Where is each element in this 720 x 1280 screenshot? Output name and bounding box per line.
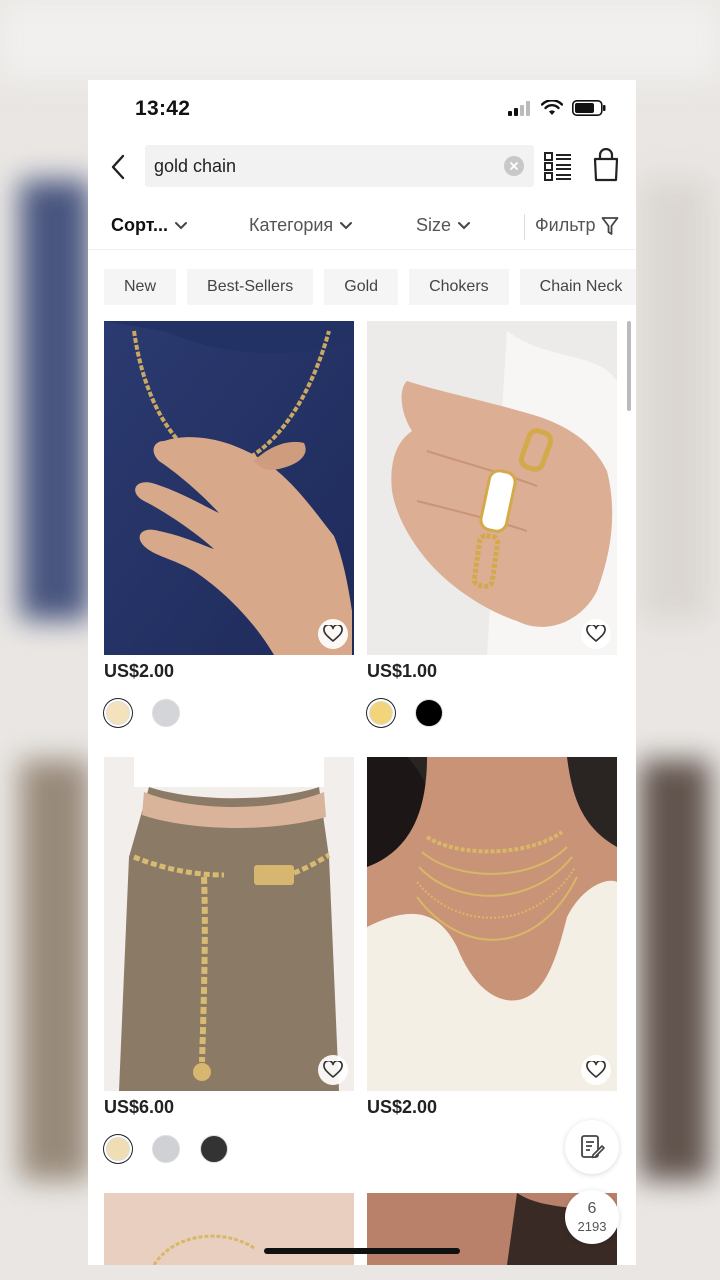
- heart-icon: [586, 1061, 606, 1078]
- color-swatch[interactable]: [152, 1135, 180, 1163]
- filter-icon: [602, 216, 619, 235]
- filter-divider: [524, 214, 525, 240]
- home-indicator[interactable]: [264, 1248, 460, 1254]
- category-label: Категория: [249, 215, 334, 235]
- signal-icon: [508, 100, 530, 116]
- category-dropdown[interactable]: Категория: [249, 215, 353, 236]
- product-image[interactable]: [104, 757, 354, 1091]
- wishlist-button[interactable]: [318, 619, 348, 649]
- clear-search-button[interactable]: [504, 156, 524, 176]
- chevron-down-icon: [175, 222, 187, 230]
- heart-icon: [323, 625, 343, 642]
- filter-label: Фильтр: [535, 215, 596, 235]
- status-bar: 13:42: [88, 80, 636, 134]
- wishlist-button[interactable]: [318, 1055, 348, 1085]
- edit-icon: [581, 1135, 605, 1159]
- page-counter[interactable]: 6 2193: [565, 1190, 619, 1244]
- back-icon: [111, 154, 125, 180]
- grid-view-icon: [544, 152, 571, 181]
- tag-chokers[interactable]: Chokers: [409, 269, 509, 305]
- wishlist-button[interactable]: [581, 619, 611, 649]
- quick-tags: New Best-Sellers Gold Chokers Chain Neck: [104, 269, 636, 305]
- size-dropdown[interactable]: Size: [416, 215, 471, 236]
- search-query: gold chain: [154, 156, 237, 176]
- wifi-icon: [541, 100, 563, 115]
- clear-icon: [510, 162, 518, 170]
- product-price: US$2.00: [104, 661, 175, 681]
- status-time: 13:42: [135, 97, 191, 120]
- shopping-bag-button[interactable]: [592, 147, 620, 182]
- color-swatch[interactable]: [369, 701, 393, 725]
- sort-label: Сорт...: [111, 215, 168, 235]
- color-swatch[interactable]: [200, 1135, 228, 1163]
- chevron-down-icon: [458, 222, 471, 230]
- back-button[interactable]: [106, 152, 130, 182]
- grid-view-button[interactable]: [543, 150, 573, 182]
- search-header: gold chain: [88, 144, 636, 190]
- page-current: 6: [587, 1200, 597, 1217]
- product-image[interactable]: [104, 1193, 354, 1265]
- color-swatch[interactable]: [152, 699, 180, 727]
- sort-filter-bar: Сорт... Категория Size Фильтр: [88, 206, 636, 250]
- size-label: Size: [416, 215, 452, 235]
- app-screen: 13:42 gold chain Сорт... Категория Size …: [88, 80, 636, 1265]
- chevron-down-icon: [340, 222, 353, 230]
- battery-icon: [572, 100, 606, 116]
- heart-icon: [323, 1061, 343, 1078]
- product-price: US$6.00: [104, 1097, 175, 1117]
- tag-gold[interactable]: Gold: [324, 269, 399, 305]
- product-image[interactable]: [104, 321, 354, 655]
- tag-best-sellers[interactable]: Best-Sellers: [187, 269, 314, 305]
- color-swatches: [104, 699, 180, 727]
- page-total: 2193: [577, 1219, 607, 1234]
- tag-new[interactable]: New: [104, 269, 177, 305]
- sort-dropdown[interactable]: Сорт...: [111, 215, 188, 236]
- edit-feedback-button[interactable]: [565, 1120, 619, 1174]
- color-swatches: [104, 1135, 228, 1163]
- product-price: US$2.00: [367, 1097, 438, 1117]
- bag-icon: [593, 147, 619, 182]
- product-price: US$1.00: [367, 661, 438, 681]
- color-swatch[interactable]: [106, 1137, 130, 1161]
- wishlist-button[interactable]: [581, 1055, 611, 1085]
- color-swatches: [367, 699, 443, 727]
- status-icons: [508, 100, 606, 116]
- color-swatch[interactable]: [106, 701, 130, 725]
- filter-button[interactable]: Фильтр: [535, 215, 619, 236]
- product-image[interactable]: [367, 321, 617, 655]
- product-image[interactable]: [367, 757, 617, 1091]
- scrollbar[interactable]: [627, 321, 631, 411]
- heart-icon: [586, 625, 606, 642]
- tag-chain-neck[interactable]: Chain Neck: [519, 269, 636, 305]
- search-input[interactable]: gold chain: [145, 145, 534, 187]
- color-swatch[interactable]: [415, 699, 443, 727]
